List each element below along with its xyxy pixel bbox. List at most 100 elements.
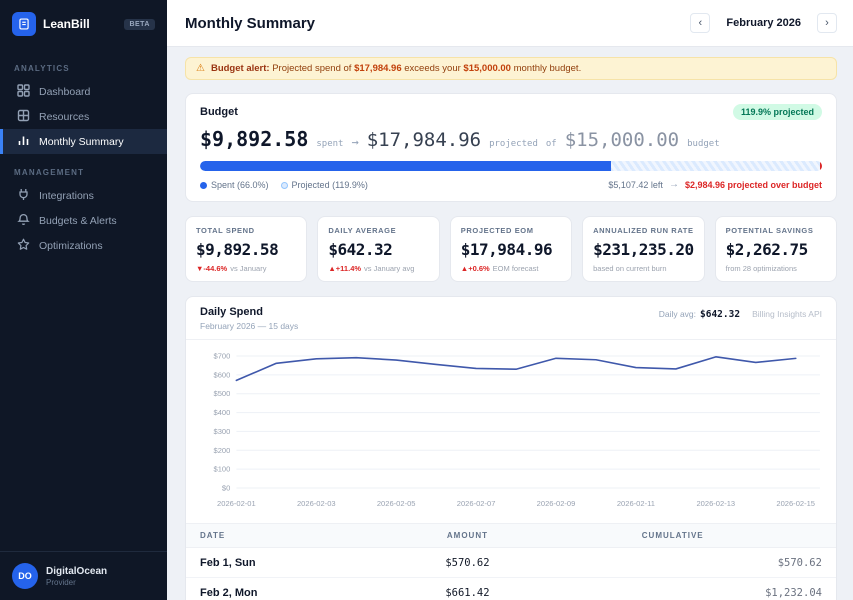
topbar: Monthly Summary ‹ February 2026 › [167, 0, 853, 47]
chart-title: Daily Spend [200, 306, 298, 318]
svg-text:2026-02-05: 2026-02-05 [377, 499, 416, 508]
svg-text:$300: $300 [214, 427, 231, 436]
sidebar-item-monthly-summary[interactable]: Monthly Summary [0, 129, 167, 154]
grid-icon [17, 84, 30, 100]
spent-amount: $9,892.58 [200, 127, 308, 151]
leanbill-logo-icon [12, 12, 36, 36]
budget-progress-fill [200, 161, 611, 171]
user-role: Provider [46, 578, 107, 587]
cell-date: Feb 1, Sun [200, 557, 411, 569]
stat-card-total-spend: TOTAL SPEND $9,892.58 ▼-44.6%vs January [185, 216, 307, 282]
cell-cumulative: $570.62 [523, 557, 822, 569]
daily-spend-card: Daily Spend February 2026 — 15 days Dail… [185, 296, 837, 600]
stat-delta: ▼-44.6% [196, 264, 227, 273]
stat-value: $642.32 [328, 240, 428, 259]
budget-card-title: Budget [200, 106, 238, 118]
chart-source: Billing Insights API [752, 309, 822, 319]
table-row[interactable]: Feb 1, Sun $570.62 $570.62 [186, 548, 836, 578]
stat-label: TOTAL SPEND [196, 226, 296, 235]
stat-card-potential-savings: POTENTIAL SAVINGS $2,262.75 from 28 opti… [715, 216, 837, 282]
svg-text:2026-02-13: 2026-02-13 [696, 499, 735, 508]
projected-label: projected [489, 139, 538, 149]
budget-left-text: $5,107.42 left [608, 180, 663, 190]
main-area: Monthly Summary ‹ February 2026 › ⚠ Budg… [167, 0, 853, 600]
sidebar-item-integrations[interactable]: Integrations [0, 183, 167, 208]
daily-avg-value: $642.32 [700, 309, 740, 320]
stat-note: vs January avg [364, 264, 414, 273]
user-name: DigitalOcean [46, 566, 107, 577]
sidebar-item-label: Integrations [39, 190, 94, 202]
spent-label: spent [316, 139, 343, 149]
chart-area: $0 $100 $200 $300 $400 $500 $600 $700 2026-02-01… [186, 340, 836, 523]
star-icon [17, 238, 30, 254]
budget-alert-text: Budget alert: Projected spend of $17,984… [211, 63, 581, 74]
stat-label: PROJECTED EOM [461, 226, 561, 235]
svg-text:$200: $200 [214, 446, 231, 455]
stat-note: EOM forecast [493, 264, 539, 273]
svg-text:2026-02-11: 2026-02-11 [617, 499, 655, 508]
stat-delta: ▲+0.6% [461, 264, 490, 273]
stat-label: DAILY AVERAGE [328, 226, 428, 235]
svg-text:$700: $700 [214, 352, 231, 361]
sidebar-item-label: Dashboard [39, 86, 90, 98]
column-header-date: DATE [200, 531, 411, 540]
table-row[interactable]: Feb 2, Mon $661.42 $1,232.04 [186, 578, 836, 600]
sidebar-item-label: Resources [39, 111, 89, 123]
sidebar-item-budgets-alerts[interactable]: Budgets & Alerts [0, 208, 167, 233]
svg-text:2026-02-09: 2026-02-09 [537, 499, 576, 508]
cell-cumulative: $1,232.04 [523, 587, 822, 599]
cell-date: Feb 2, Mon [200, 587, 411, 599]
svg-text:2026-02-15: 2026-02-15 [776, 499, 815, 508]
projected-dot-icon [281, 182, 288, 189]
sidebar-item-optimizations[interactable]: Optimizations [0, 233, 167, 258]
avatar: DO [12, 563, 38, 589]
stat-note: vs January [230, 264, 266, 273]
user-profile[interactable]: DO DigitalOcean Provider [0, 551, 167, 600]
svg-text:$0: $0 [222, 484, 230, 493]
stat-value: $17,984.96 [461, 240, 561, 259]
arrow-icon: → [351, 135, 358, 149]
cell-amount: $570.62 [411, 557, 523, 569]
stat-card-run-rate: ANNUALIZED RUN RATE $231,235.20 based on… [582, 216, 704, 282]
sidebar-item-label: Optimizations [39, 240, 103, 252]
stats-row: TOTAL SPEND $9,892.58 ▼-44.6%vs January … [185, 216, 837, 282]
svg-text:$400: $400 [214, 408, 231, 417]
arrow-icon: → [669, 179, 679, 190]
budget-label: budget [687, 139, 720, 149]
next-month-button[interactable]: › [817, 13, 837, 33]
stat-card-daily-average: DAILY AVERAGE $642.32 ▲+11.4%vs January … [317, 216, 439, 282]
daily-avg-label: Daily avg: [659, 309, 696, 319]
projected-amount: $17,984.96 [367, 129, 481, 151]
svg-text:2026-02-01: 2026-02-01 [217, 499, 256, 508]
app-window: LeanBill BETA ANALYTICS Dashboard Resour… [0, 0, 853, 600]
svg-text:2026-02-07: 2026-02-07 [457, 499, 496, 508]
stat-value: $231,235.20 [593, 240, 693, 259]
table-header-row: DATE AMOUNT CUMULATIVE [186, 523, 836, 548]
sidebar-item-label: Budgets & Alerts [39, 215, 117, 227]
column-header-cumulative: CUMULATIVE [523, 531, 822, 540]
sidebar-item-dashboard[interactable]: Dashboard [0, 79, 167, 104]
budget-card: Budget 119.9% projected $9,892.58 spent … [185, 93, 837, 202]
svg-text:$600: $600 [214, 370, 231, 379]
legend-spent: Spent (66.0%) [200, 180, 269, 190]
bar-chart-icon [17, 134, 30, 150]
stat-card-projected-eom: PROJECTED EOM $17,984.96 ▲+0.6%EOM forec… [450, 216, 572, 282]
sidebar-item-label: Monthly Summary [39, 136, 124, 148]
budget-progress-bar [200, 161, 822, 171]
chevron-left-icon: ‹ [699, 18, 703, 29]
spent-dot-icon [200, 182, 207, 189]
legend-projected: Projected (119.9%) [281, 180, 368, 190]
content: ⚠ Budget alert: Projected spend of $17,9… [167, 47, 853, 600]
stat-note: from 28 optimizations [726, 264, 797, 273]
svg-text:$100: $100 [214, 465, 231, 474]
stat-label: POTENTIAL SAVINGS [726, 226, 826, 235]
budget-amount: $15,000.00 [565, 129, 679, 151]
prev-month-button[interactable]: ‹ [690, 13, 710, 33]
brand: LeanBill BETA [0, 0, 167, 50]
stat-note: based on current burn [593, 264, 666, 273]
chart-subtitle: February 2026 — 15 days [200, 321, 298, 331]
projected-badge: 119.9% projected [733, 104, 822, 120]
budget-alert-banner: ⚠ Budget alert: Projected spend of $17,9… [185, 57, 837, 80]
svg-text:$500: $500 [214, 389, 231, 398]
sidebar-item-resources[interactable]: Resources [0, 104, 167, 129]
